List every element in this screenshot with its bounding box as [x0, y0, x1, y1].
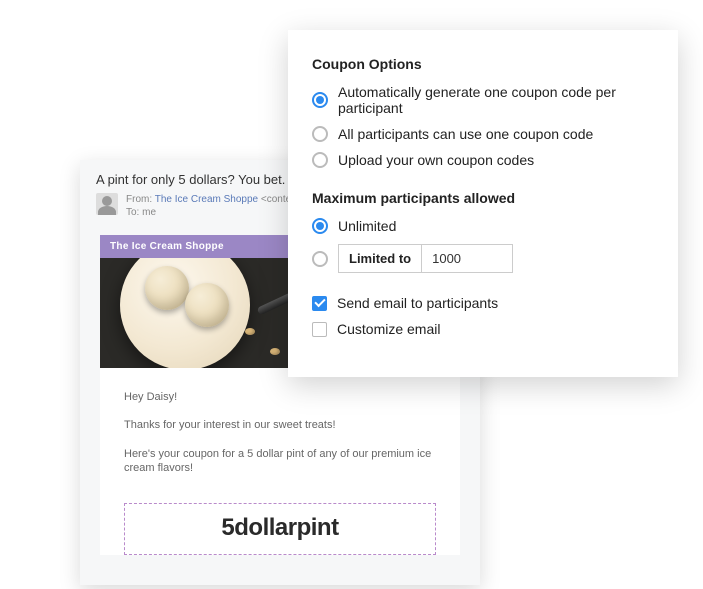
radio-icon [312, 251, 328, 267]
from-label: From: [126, 194, 152, 205]
email-body-text: Hey Daisy! Thanks for your interest in o… [100, 368, 460, 499]
send-email-label: Send email to participants [337, 295, 498, 311]
checkbox-icon [312, 322, 327, 337]
coupon-option-auto[interactable]: Automatically generate one coupon code p… [312, 84, 654, 116]
checkbox-icon [312, 296, 327, 311]
customize-email-label: Customize email [337, 321, 440, 337]
to-value: me [142, 207, 156, 218]
limit-prefix: Limited to [339, 245, 422, 272]
radio-icon [312, 152, 328, 168]
limit-input-group: Limited to [338, 244, 513, 273]
max-unlimited-option[interactable]: Unlimited [312, 218, 654, 234]
greeting: Hey Daisy! [124, 390, 436, 404]
body-line-1: Thanks for your interest in our sweet tr… [124, 418, 436, 432]
radio-icon [312, 126, 328, 142]
max-participants-title: Maximum participants allowed [312, 190, 654, 206]
coupon-box: 5dollarpint [124, 503, 436, 555]
radio-icon [312, 92, 328, 108]
send-email-checkbox[interactable]: Send email to participants [312, 295, 654, 311]
max-unlimited-label: Unlimited [338, 218, 396, 234]
avatar [96, 193, 118, 215]
coupon-code: 5dollarpint [125, 514, 435, 542]
limit-value-input[interactable] [422, 245, 512, 272]
coupon-option-label: Automatically generate one coupon code p… [338, 84, 654, 116]
radio-icon [312, 218, 328, 234]
coupon-options-panel: Coupon Options Automatically generate on… [288, 30, 678, 377]
coupon-options-title: Coupon Options [312, 56, 654, 72]
coupon-option-label: Upload your own coupon codes [338, 152, 534, 168]
coupon-option-upload[interactable]: Upload your own coupon codes [312, 152, 654, 168]
customize-email-checkbox[interactable]: Customize email [312, 321, 654, 337]
coupon-option-shared[interactable]: All participants can use one coupon code [312, 126, 654, 142]
coupon-option-label: All participants can use one coupon code [338, 126, 593, 142]
body-line-2: Here's your coupon for a 5 dollar pint o… [124, 447, 436, 476]
max-limited-option[interactable]: Limited to [312, 244, 654, 273]
from-name[interactable]: The Ice Cream Shoppe [155, 194, 258, 205]
to-label: To: [126, 207, 139, 218]
